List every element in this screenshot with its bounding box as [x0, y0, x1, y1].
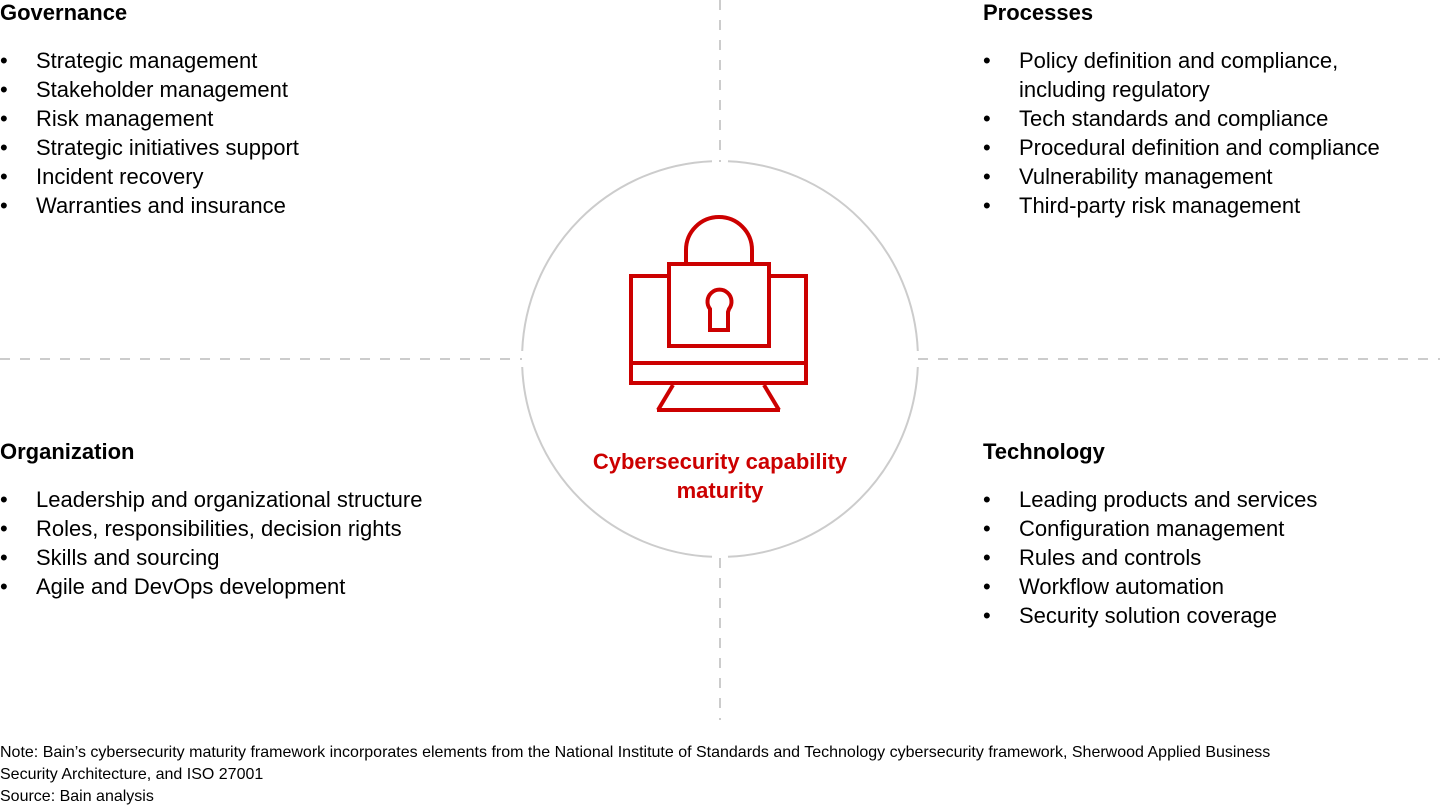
list-item: • Strategic management — [0, 46, 299, 75]
bullet-icon: • — [983, 193, 991, 218]
governance-list: • Strategic management • Stakeholder manage… — [0, 46, 299, 220]
list-item: • Agile and DevOps development — [0, 572, 422, 601]
list-item: • Strategic initiatives support — [0, 133, 299, 162]
list-item-text: Leadership and organizational structure — [36, 487, 423, 512]
bullet-icon: • — [983, 603, 991, 628]
footer-notes: Note: Bain’s cybersecurity maturity fram… — [0, 742, 1440, 808]
bullet-icon: • — [0, 516, 8, 541]
list-item: • Leading products and services — [983, 485, 1317, 514]
bullet-icon: • — [983, 135, 991, 160]
bullet-icon: • — [983, 164, 991, 189]
list-item: • Policy definition and compliance, inclu… — [983, 46, 1423, 104]
processes-section: Processes • Policy definition and complia… — [983, 0, 1423, 220]
bullet-icon: • — [0, 77, 8, 102]
organization-list: • Leadership and organizational structure… — [0, 485, 422, 601]
list-item: • Leadership and organizational structure — [0, 485, 422, 514]
list-item-text: Strategic initiatives support — [36, 135, 299, 160]
list-item-text: Strategic management — [36, 48, 258, 73]
bullet-icon: • — [0, 193, 8, 218]
bullet-icon: • — [0, 487, 8, 512]
bullet-icon: • — [0, 48, 8, 73]
list-item: • Incident recovery — [0, 162, 299, 191]
bullet-icon: • — [983, 48, 991, 73]
bullet-icon: • — [0, 135, 8, 160]
bullet-icon: • — [0, 574, 8, 599]
list-item: • Third-party risk management — [983, 191, 1423, 220]
technology-section: Technology • Leading products and service… — [983, 439, 1317, 630]
governance-section: Governance • Strategic management • Stakeho… — [0, 0, 299, 220]
technology-title: Technology — [983, 439, 1105, 464]
source-line: Source: Bain analysis — [0, 788, 154, 805]
list-item-text: Skills and sourcing — [36, 545, 220, 570]
note-line-1: Note: Bain’s cybersecurity maturity fram… — [0, 744, 1271, 761]
list-item: • Roles, responsibilities, decision right… — [0, 514, 422, 543]
list-item-text: Tech standards and compliance — [1019, 106, 1329, 131]
list-item: • Rules and controls — [983, 543, 1317, 572]
monitor-lock-icon — [629, 215, 808, 412]
list-item-text: Roles, responsibilities, decision rights — [36, 516, 402, 541]
list-item: • Tech standards and compliance — [983, 104, 1423, 133]
list-item-text: Rules and controls — [1019, 545, 1202, 570]
governance-title: Governance — [0, 0, 128, 25]
bullet-icon: • — [0, 545, 8, 570]
center-title: Cybersecurity capability maturity — [592, 449, 848, 503]
processes-title: Processes — [983, 0, 1094, 25]
list-item: • Vulnerability management — [983, 162, 1423, 191]
bullet-icon: • — [983, 545, 991, 570]
list-item: • Risk management — [0, 104, 299, 133]
list-item-text: Workflow automation — [1019, 574, 1225, 599]
list-item: • Warranties and insurance — [0, 191, 299, 220]
list-item-text: Leading products and services — [1019, 487, 1318, 512]
bullet-icon: • — [983, 106, 991, 131]
organization-section: Organization • Leadership and organizatio… — [0, 439, 422, 601]
bullet-icon: • — [0, 164, 8, 189]
list-item: • Stakeholder management — [0, 75, 299, 104]
technology-list: • Leading products and services • Configura… — [983, 485, 1317, 630]
list-item-text: Third-party risk management — [1019, 193, 1301, 218]
list-item-text: Incident recovery — [36, 164, 204, 189]
list-item: • Skills and sourcing — [0, 543, 422, 572]
list-item-text: Warranties and insurance — [36, 193, 286, 218]
list-item-text: Vulnerability management — [1019, 164, 1273, 189]
list-item-text: Policy definition and compliance, includ… — [1019, 48, 1339, 102]
list-item-text: Procedural definition and compliance — [1019, 135, 1380, 160]
list-item-text: Configuration management — [1019, 516, 1285, 541]
processes-list: • Policy definition and compliance, inclu… — [983, 46, 1423, 220]
list-item: • Procedural definition and compliance — [983, 133, 1423, 162]
organization-title: Organization — [0, 439, 135, 464]
bullet-icon: • — [983, 574, 991, 599]
list-item: • Workflow automation — [983, 572, 1317, 601]
list-item-text: Agile and DevOps development — [36, 574, 346, 599]
list-item-text: Risk management — [36, 106, 214, 131]
bullet-icon: • — [983, 487, 991, 512]
list-item-text: Stakeholder management — [36, 77, 288, 102]
note-line-2: Security Architecture, and ISO 27001 — [0, 766, 264, 783]
list-item-text: Security solution coverage — [1019, 603, 1278, 628]
list-item: • Configuration management — [983, 514, 1317, 543]
bullet-icon: • — [983, 516, 991, 541]
list-item: • Security solution coverage — [983, 601, 1317, 630]
bullet-icon: • — [0, 106, 8, 131]
